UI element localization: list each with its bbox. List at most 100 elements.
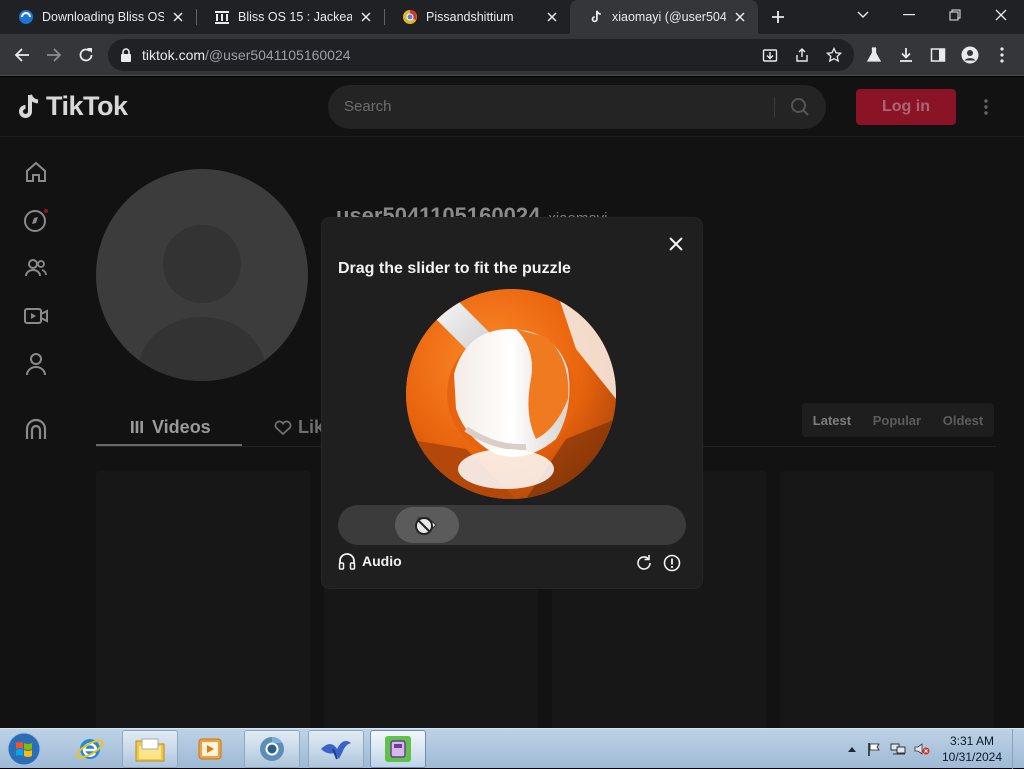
folder-icon: [135, 738, 165, 762]
sort-latest[interactable]: Latest: [813, 413, 851, 428]
search-divider: [774, 97, 775, 117]
avatar-head-shape: [163, 225, 241, 303]
volume-muted-icon[interactable]: [914, 741, 930, 757]
taskbar-active-app[interactable]: [370, 730, 426, 768]
tab-xiaomayi[interactable]: xiaomayi (@user5041: [570, 0, 758, 34]
green-app-icon: [385, 736, 411, 762]
bird-app-icon: [321, 741, 351, 760]
more-arch-icon[interactable]: [22, 416, 50, 444]
slider-track[interactable]: [338, 505, 686, 545]
profile-person-icon[interactable]: [22, 350, 50, 378]
tab-videos[interactable]: Videos: [130, 411, 211, 443]
url-text: tiktok.com/@user5041105160024: [142, 47, 351, 63]
captcha-dialog: Drag the slider to fit the puzzle Audio: [322, 218, 702, 588]
video-card-placeholder: [780, 471, 994, 728]
lock-icon[interactable]: [118, 47, 134, 63]
clock-date: 10/31/2024: [941, 750, 1003, 764]
share-icon[interactable]: [792, 45, 812, 65]
taskbar-clock[interactable]: 3:31 AM 10/31/2024: [932, 733, 1012, 765]
taskbar-file-explorer[interactable]: [122, 730, 178, 768]
video-card-placeholder: [96, 471, 310, 728]
more-options-icon[interactable]: [976, 95, 996, 119]
report-info-icon[interactable]: [662, 553, 682, 573]
sort-toggle: Latest Popular Oldest: [802, 403, 994, 437]
heart-lock-icon: [274, 420, 292, 435]
tiktok-logo-icon: [19, 93, 39, 118]
tab-title: Downloading Bliss OS: [42, 10, 164, 24]
login-button[interactable]: Log in: [856, 89, 956, 125]
back-button[interactable]: [8, 41, 36, 69]
close-window-button[interactable]: [978, 0, 1024, 30]
windows-taskbar: 3:31 AM 10/31/2024: [0, 728, 1024, 769]
address-bar[interactable]: tiktok.com/@user5041105160024: [108, 39, 854, 71]
taskbar-internet-explorer[interactable]: [62, 730, 118, 768]
close-tab-icon[interactable]: [170, 9, 186, 25]
start-button[interactable]: [4, 730, 44, 768]
downloads-icon[interactable]: [892, 41, 920, 69]
headphones-icon: [338, 552, 356, 570]
taskbar-chromium[interactable]: [244, 730, 300, 768]
tab-title: xiaomayi (@user5041: [612, 10, 726, 24]
tab-bliss-os-15[interactable]: Bliss OS 15 : Jackeagle: [196, 0, 384, 34]
audio-label: Audio: [362, 553, 402, 569]
tab-title: Bliss OS 15 : Jackeagle: [238, 10, 352, 24]
clock-time: 3:31 AM: [949, 734, 995, 748]
url-host: tiktok.com: [142, 47, 206, 63]
labs-flask-icon[interactable]: [860, 41, 888, 69]
restore-button[interactable]: [932, 0, 978, 30]
following-icon[interactable]: [22, 254, 50, 282]
search-icon[interactable]: [790, 97, 810, 122]
forward-button[interactable]: [40, 41, 68, 69]
side-panel-icon[interactable]: [924, 41, 952, 69]
install-app-icon[interactable]: [760, 45, 780, 65]
chromium-icon: [260, 737, 284, 761]
browser-tab-strip: Downloading Bliss OS Bliss OS 15 : Jacke…: [0, 0, 1024, 34]
bliss-favicon-icon: [18, 9, 34, 25]
refresh-icon[interactable]: [634, 553, 654, 573]
close-tab-icon[interactable]: [358, 9, 374, 25]
internet-explorer-icon: [76, 739, 104, 759]
tiktok-header: TikTok Search Log in: [0, 77, 1024, 137]
chromium-favicon-icon: [402, 9, 418, 25]
action-center-flag-icon[interactable]: [866, 741, 882, 757]
tab-label: Lik: [298, 416, 325, 437]
tiktok-logo-text: TikTok: [46, 91, 128, 121]
tab-pissandshittium[interactable]: Pissandshittium: [384, 0, 570, 34]
tiktok-favicon-icon: [588, 9, 604, 25]
captcha-puzzle-image: [406, 289, 616, 499]
explore-compass-icon[interactable]: [22, 206, 50, 234]
url-path: /@user5041105160024: [205, 47, 351, 63]
show-desktop-button[interactable]: [1012, 729, 1024, 769]
tiktok-sidebar: [0, 137, 72, 728]
taskbar-bird-app[interactable]: [308, 730, 364, 768]
reload-button[interactable]: [72, 41, 100, 69]
taskbar-media-player[interactable]: [182, 730, 238, 768]
avatar-body-shape: [138, 317, 266, 381]
windows-orb-icon: [7, 732, 41, 766]
profile-avatar: [96, 169, 308, 381]
tab-label: Videos: [152, 416, 211, 437]
close-icon[interactable]: [666, 234, 686, 254]
sort-oldest[interactable]: Oldest: [943, 413, 983, 428]
slider-handle[interactable]: [395, 507, 459, 543]
live-video-icon[interactable]: [22, 302, 50, 330]
tab-liked[interactable]: Lik: [274, 411, 324, 443]
tab-downloading-bliss-os[interactable]: Downloading Bliss OS: [0, 0, 196, 34]
tiktok-search-box[interactable]: Search: [328, 85, 826, 129]
show-hidden-icons-chevron-icon[interactable]: [844, 741, 860, 757]
home-icon[interactable]: [22, 158, 50, 186]
tiktok-logo[interactable]: TikTok: [16, 91, 128, 122]
close-tab-icon[interactable]: [732, 9, 748, 25]
new-tab-button[interactable]: [766, 5, 790, 29]
minimize-button[interactable]: [886, 0, 932, 30]
close-tab-icon[interactable]: [544, 9, 560, 25]
drag-arrow-icon: [415, 517, 437, 535]
sort-popular[interactable]: Popular: [873, 413, 921, 428]
profile-icon[interactable]: [956, 41, 984, 69]
audio-button[interactable]: Audio: [338, 552, 402, 570]
archive-favicon-icon: [214, 9, 230, 25]
tab-search-button[interactable]: [840, 0, 886, 30]
network-icon[interactable]: [890, 741, 906, 757]
browser-menu-icon[interactable]: [988, 41, 1016, 69]
bookmark-star-icon[interactable]: [824, 45, 844, 65]
